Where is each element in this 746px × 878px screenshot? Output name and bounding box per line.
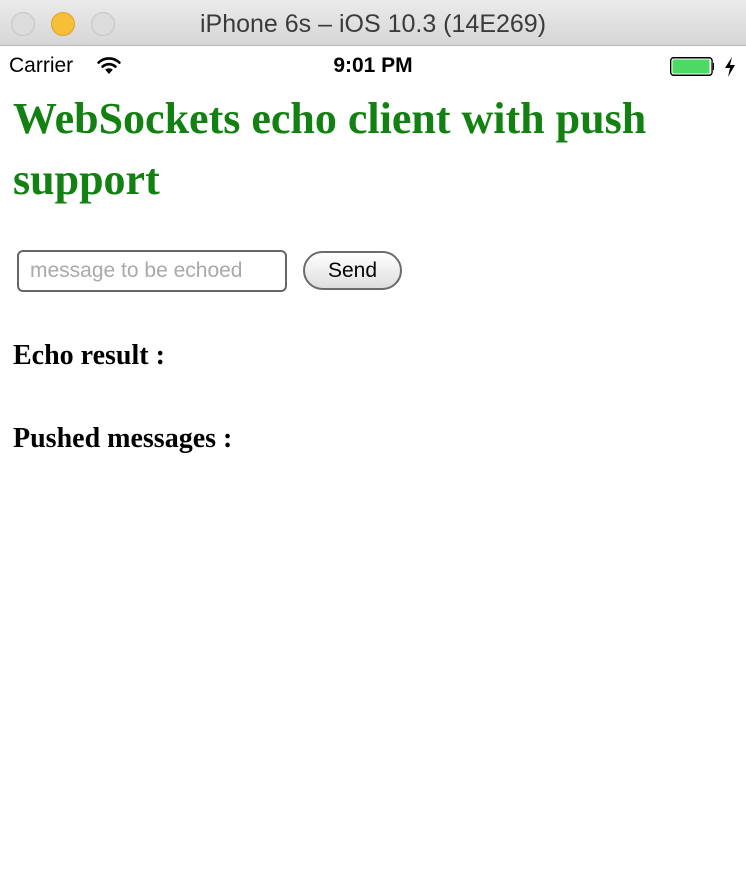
message-input[interactable] [17, 250, 287, 292]
battery-icon [670, 57, 714, 76]
charging-bolt-icon [723, 57, 737, 82]
window-titlebar: iPhone 6s – iOS 10.3 (14E269) [0, 0, 746, 46]
ios-status-bar: Carrier 9:01 PM [0, 46, 746, 88]
page-title: WebSockets echo client with push support [13, 94, 647, 204]
window-title: iPhone 6s – iOS 10.3 (14E269) [199, 10, 547, 38]
echo-result-heading: Echo result : [13, 340, 165, 371]
send-button[interactable]: Send [303, 251, 402, 290]
pushed-messages-heading: Pushed messages : [13, 423, 233, 454]
status-time: 9:01 PM [333, 54, 413, 77]
